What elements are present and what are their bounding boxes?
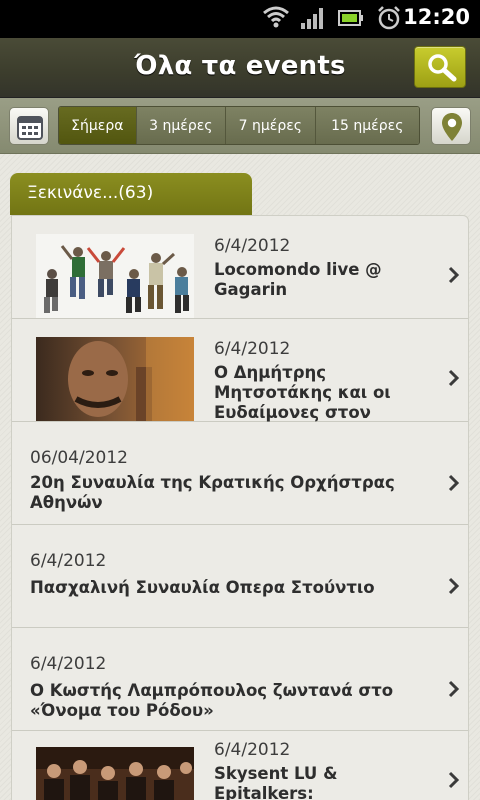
app-header: Όλα τα events	[0, 38, 480, 98]
segment-15-days[interactable]: 15 ημέρες	[314, 107, 419, 144]
battery-icon	[338, 9, 364, 31]
calendar-button[interactable]	[9, 107, 49, 145]
event-thumbnail	[36, 234, 194, 318]
list-item[interactable]: 6/4/2012 Ο Κωστής Λαμπρόπουλος ζωντανά σ…	[12, 628, 468, 731]
event-date: 6/4/2012	[30, 654, 107, 674]
status-bar: 12:20	[0, 0, 480, 38]
filter-bar: Σήμερα 3 ημέρες 7 ημέρες 15 ημέρες	[0, 98, 480, 154]
location-pin-icon	[441, 112, 463, 146]
event-title: Locomondo live @ Gagarin	[214, 260, 434, 300]
event-date: 06/04/2012	[30, 448, 128, 468]
chevron-right-icon	[448, 680, 460, 702]
segment-7-days[interactable]: 7 ημέρες	[225, 107, 315, 144]
alarm-icon	[376, 5, 402, 35]
event-thumbnail	[36, 747, 194, 800]
date-range-segments: Σήμερα 3 ημέρες 7 ημέρες 15 ημέρες	[58, 106, 420, 145]
event-date: 6/4/2012	[30, 551, 107, 571]
search-icon	[426, 53, 458, 87]
event-title-line: «Όνομα του Ρόδου»	[30, 701, 214, 720]
list-item[interactable]: 6/4/2012 Ο Δημήτρης Μητσοτάκης και οι Ευ…	[12, 319, 468, 423]
event-title-line: Locomondo live @	[214, 260, 382, 279]
list-item[interactable]: 06/04/2012 20η Συναυλία της Κρατικής Ορχ…	[12, 422, 468, 525]
event-title: Ο Κωστής Λαμπρόπουλος ζωντανά στο «Όνομα…	[30, 681, 430, 721]
chevron-right-icon	[448, 266, 460, 288]
segment-today[interactable]: Σήμερα	[59, 107, 136, 144]
event-title: Skysent LU & Epitalkers:	[214, 764, 434, 800]
event-title-line: Ευδαίμονες στον	[214, 403, 371, 422]
event-thumbnail	[36, 337, 194, 421]
event-title-line: Ο Δημήτρης	[214, 363, 327, 382]
event-title-line: Skysent LU & Epitalkers:	[214, 764, 338, 800]
list-item[interactable]: 6/4/2012 Locomondo live @ Gagarin	[12, 216, 468, 319]
event-title: 20η Συναυλία της Κρατικής Ορχήστρας Αθην…	[30, 473, 430, 513]
segment-3-days[interactable]: 3 ημέρες	[135, 107, 226, 144]
search-button[interactable]	[414, 46, 466, 88]
section-tab-starting[interactable]: Ξεκινάνε...(63)	[10, 173, 252, 215]
list-item[interactable]: 6/4/2012 Skysent LU & Epitalkers:	[12, 731, 468, 800]
events-list: 6/4/2012 Locomondo live @ Gagarin 6/4/20…	[11, 215, 469, 800]
chevron-right-icon	[448, 369, 460, 391]
event-date: 6/4/2012	[214, 339, 291, 359]
event-title: Πασχαλινή Συναυλία Οπερα Στούντιο	[30, 578, 430, 598]
event-title-line: Gagarin	[214, 280, 288, 299]
event-title-line: 20η Συναυλία της Κρατικής Ορχήστρας	[30, 473, 395, 492]
list-item[interactable]: 6/4/2012 Πασχαλινή Συναυλία Οπερα Στούντ…	[12, 525, 468, 628]
clock-time: 12:20	[403, 5, 470, 29]
event-date: 6/4/2012	[214, 236, 291, 256]
chevron-right-icon	[448, 577, 460, 599]
event-title-line: Μητσοτάκης και οι	[214, 383, 391, 402]
event-date: 6/4/2012	[214, 740, 291, 760]
chevron-right-icon	[448, 771, 460, 793]
event-title-line: Ο Κωστής Λαμπρόπουλος ζωντανά στο	[30, 681, 394, 700]
page-title: Όλα τα events	[134, 51, 346, 81]
signal-icon	[300, 7, 326, 33]
wifi-icon	[263, 5, 289, 33]
event-title: Ο Δημήτρης Μητσοτάκης και οι Ευδαίμονες …	[214, 363, 434, 423]
calendar-icon	[16, 113, 44, 145]
chevron-right-icon	[448, 474, 460, 496]
location-button[interactable]	[431, 107, 471, 145]
event-title-line: Πασχαλινή Συναυλία Οπερα Στούντιο	[30, 578, 375, 597]
event-title-line: Αθηνών	[30, 493, 103, 512]
